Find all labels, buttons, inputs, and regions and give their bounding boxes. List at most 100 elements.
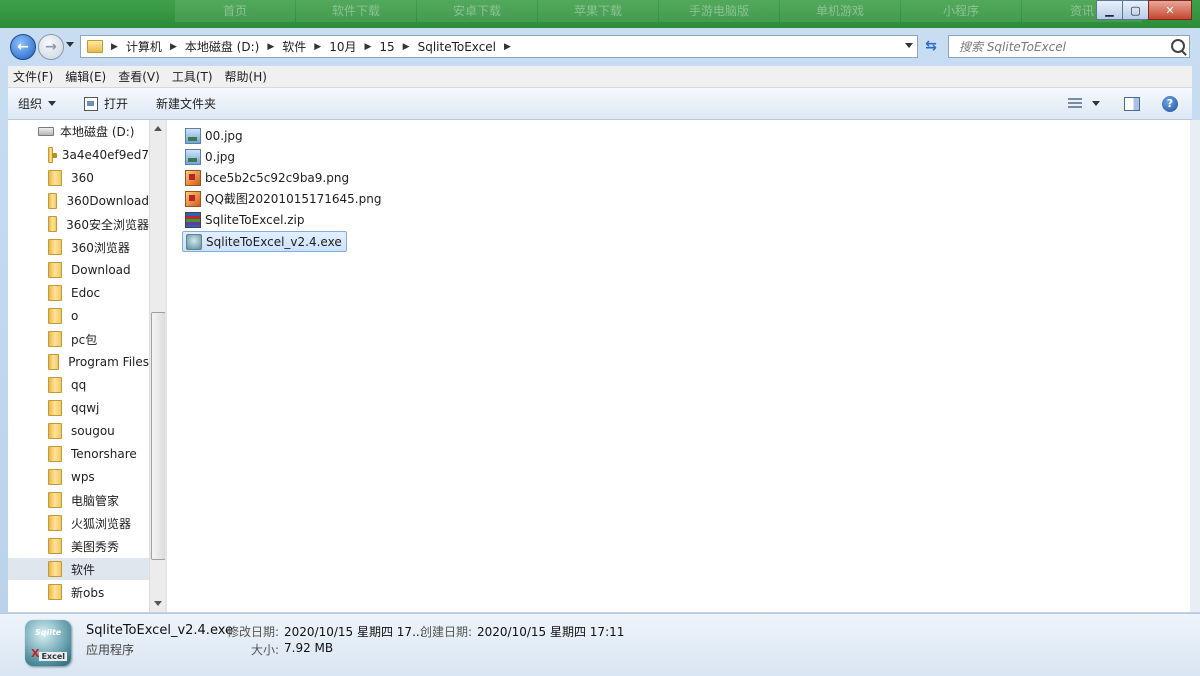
nav-folder-label: pc包 (71, 332, 98, 347)
menu-bar: 文件(F) 编辑(E) 查看(V) 工具(T) 帮助(H) (8, 66, 1192, 88)
nav-folder-item[interactable]: Program Files (8, 351, 149, 373)
nav-folder-item[interactable]: wps (8, 466, 149, 488)
nav-folder-label: 电脑管家 (71, 493, 120, 508)
nav-folder-label: wps (71, 470, 95, 484)
nav-folder-label: 新obs (71, 585, 105, 600)
nav-folder-item[interactable]: 360Download (8, 190, 149, 212)
open-button[interactable]: 打开 (74, 88, 138, 119)
hard-drive-icon (38, 126, 54, 136)
file-item[interactable]: SqliteToExcel_v2.4.exe (182, 231, 347, 252)
nav-folder-label: qqwj (71, 401, 100, 415)
maximize-button[interactable]: ▢ (1122, 0, 1149, 20)
breadcrumb-drive-d[interactable]: 本地磁盘 (D:) (181, 38, 263, 55)
folder-icon (48, 515, 62, 531)
nav-folder-item[interactable]: Download (8, 259, 149, 281)
file-name: bce5b2c5c92c9ba9.png (205, 170, 350, 185)
exe-app-icon (186, 233, 202, 250)
nav-folder-item[interactable]: 软件 (8, 558, 149, 580)
refresh-button[interactable]: ⇆ (920, 36, 942, 56)
nav-folder-label: Tenorshare (71, 447, 137, 461)
nav-folder-item[interactable]: 电脑管家 (8, 489, 149, 511)
chevron-right-icon[interactable]: ▶ (263, 42, 278, 52)
file-item[interactable]: SqliteToExcel.zip (182, 210, 308, 229)
preview-pane-icon[interactable] (1124, 96, 1140, 111)
address-bar[interactable]: ▶ 计算机 ▶ 本地磁盘 (D:) ▶ 软件 ▶ 10月 ▶ 15 ▶ Sqli… (80, 35, 918, 58)
search-icon[interactable] (1171, 39, 1185, 53)
chevron-right-icon[interactable]: ▶ (399, 42, 414, 52)
nav-folder-item[interactable]: Tenorshare (8, 443, 149, 465)
created-label: 创建日期: (420, 625, 473, 639)
nav-folder-label: 3a4e40ef9ed7 (61, 148, 149, 162)
help-icon[interactable]: ? (1162, 95, 1178, 112)
folder-icon (48, 492, 62, 508)
scroll-down-icon[interactable] (154, 601, 162, 606)
nav-folder-label: 360浏览器 (71, 240, 130, 255)
search-input[interactable] (957, 36, 1161, 57)
chevron-right-icon[interactable]: ▶ (107, 42, 122, 52)
window-controls: ▁ ▢ ✕ (1096, 0, 1192, 20)
details-file-name: SqliteToExcel_v2.4.exe (86, 623, 234, 638)
back-button[interactable]: ← (10, 34, 36, 60)
file-name: SqliteToExcel.zip (205, 212, 305, 227)
nav-scrollbar[interactable] (149, 120, 166, 612)
folder-icon (48, 584, 62, 600)
change-view-button[interactable] (1062, 88, 1106, 119)
command-bar-right: ? (1062, 88, 1192, 119)
chevron-right-icon[interactable]: ▶ (500, 42, 515, 52)
nav-folder-item[interactable]: qqwj (8, 397, 149, 419)
file-item[interactable]: QQ截图20201015171645.png (182, 189, 385, 208)
nav-folder-label: o (71, 309, 79, 323)
breadcrumb-computer[interactable]: 计算机 (122, 38, 166, 55)
minimize-button[interactable]: ▁ (1096, 0, 1123, 20)
file-item[interactable]: bce5b2c5c92c9ba9.png (182, 168, 353, 187)
folder-icon (48, 239, 62, 255)
breadcrumb-software[interactable]: 软件 (278, 38, 310, 55)
details-file-type: 应用程序 (86, 643, 135, 657)
nav-folder-item[interactable]: Edoc (8, 282, 149, 304)
breadcrumb-sqlitetoexcel[interactable]: SqliteToExcel (414, 40, 500, 54)
scroll-thumb[interactable] (151, 312, 166, 560)
excel-x-mark: X (31, 647, 40, 660)
nav-folder-item[interactable]: 360安全浏览器 (8, 213, 149, 235)
file-item[interactable]: 0.jpg (182, 147, 239, 166)
icon-text-bottom: Excel (39, 652, 67, 661)
nav-folder-item[interactable]: pc包 (8, 328, 149, 350)
nav-folder-item[interactable]: 火狐浏览器 (8, 512, 149, 534)
menu-edit[interactable]: 编辑(E) (60, 68, 111, 85)
nav-folder-item[interactable]: 360浏览器 (8, 236, 149, 258)
forward-button[interactable]: → (38, 34, 64, 60)
folder-icon (48, 216, 58, 232)
breadcrumb-october[interactable]: 10月 (325, 38, 360, 55)
menu-view[interactable]: 查看(V) (113, 68, 165, 85)
nav-folder-item[interactable]: 新obs (8, 581, 149, 603)
view-options-icon (1068, 97, 1082, 110)
nav-folder-item[interactable]: qq (8, 374, 149, 396)
nav-folder-item[interactable]: 360 (8, 167, 149, 189)
chevron-down-icon (1092, 101, 1100, 106)
address-dropdown-icon[interactable] (905, 43, 913, 48)
folder-icon (87, 40, 103, 53)
close-button[interactable]: ✕ (1148, 0, 1192, 20)
breadcrumb-15[interactable]: 15 (375, 40, 398, 54)
nav-item-drive-d[interactable]: 本地磁盘 (D:) (8, 120, 149, 142)
folder-icon (48, 262, 62, 278)
menu-tools[interactable]: 工具(T) (167, 68, 218, 85)
file-list: 00.jpg 0.jpg bce5b2c5c92c9ba9.png QQ截图20201… (167, 120, 1192, 612)
organize-label: 组织 (18, 97, 43, 111)
organize-button[interactable]: 组织 (8, 88, 66, 119)
chevron-right-icon[interactable]: ▶ (360, 42, 375, 52)
new-folder-button[interactable]: 新建文件夹 (146, 88, 226, 119)
menu-file[interactable]: 文件(F) (8, 68, 58, 85)
chevron-right-icon[interactable]: ▶ (166, 42, 181, 52)
nav-folder-item[interactable]: o (8, 305, 149, 327)
nav-folder-item[interactable]: sougou (8, 420, 149, 442)
details-pane: Sqlite X Excel SqliteToExcel_v2.4.exe 应用… (0, 613, 1200, 676)
scroll-up-icon[interactable] (154, 126, 162, 131)
nav-folder-item[interactable]: 3a4e40ef9ed7 (8, 144, 149, 166)
file-name: QQ截图20201015171645.png (205, 192, 382, 206)
file-item[interactable]: 00.jpg (182, 126, 247, 145)
chevron-right-icon[interactable]: ▶ (310, 42, 325, 52)
history-dropdown-icon[interactable] (66, 42, 74, 47)
menu-help[interactable]: 帮助(H) (220, 68, 272, 85)
nav-folder-item[interactable]: 美图秀秀 (8, 535, 149, 557)
